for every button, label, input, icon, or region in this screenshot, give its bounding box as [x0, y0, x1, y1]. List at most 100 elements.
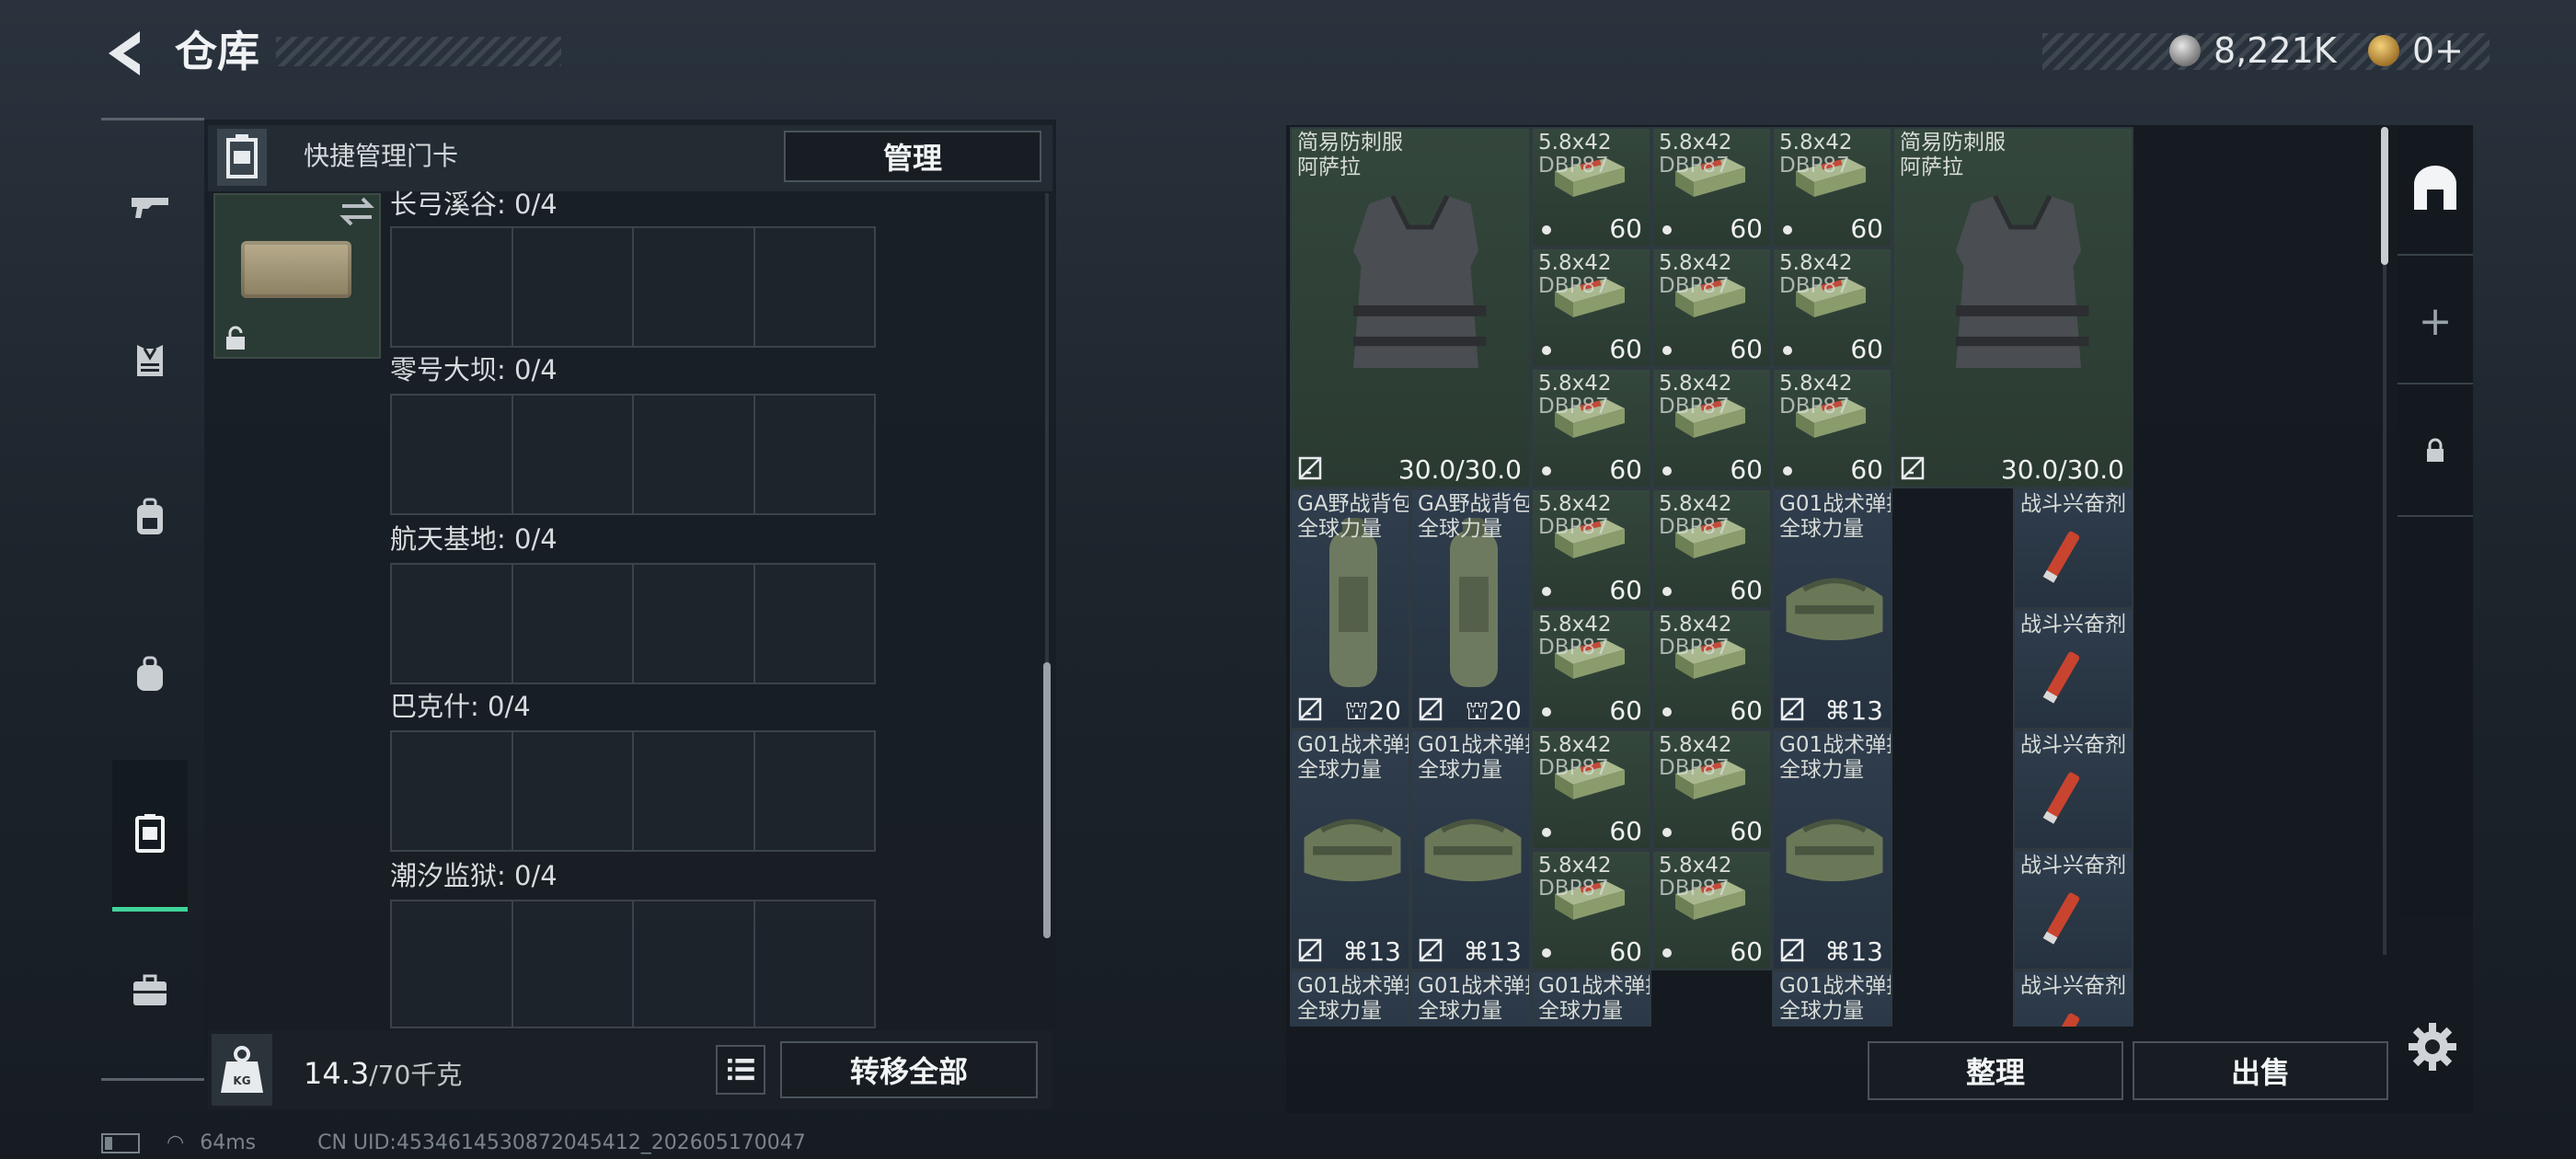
ammo-quantity: 60	[1609, 334, 1642, 364]
stack-dot	[1542, 948, 1551, 958]
chest-rig-item[interactable]: G01战术弹挂全球力量	[1531, 970, 1651, 1027]
scrollbar-thumb[interactable]	[2381, 127, 2388, 265]
chest-rig-item[interactable]: G01战术弹挂全球力量 ⌘13	[1410, 729, 1531, 970]
ammo-quantity: 60	[1730, 213, 1763, 244]
chest-rig-item[interactable]: G01战术弹挂全球力量	[1410, 970, 1531, 1027]
stack-dot	[1542, 587, 1551, 596]
stim-item[interactable]: 战斗兴奋剂	[2013, 488, 2133, 609]
stim-image	[2042, 651, 2080, 704]
card-slot-row[interactable]	[390, 730, 876, 852]
scrollbar-thumb[interactable]	[1043, 662, 1051, 938]
stim-item[interactable]: 战斗兴奋剂	[2013, 850, 2133, 970]
backpack-brand: 全球力量	[1418, 517, 1502, 541]
vest-item[interactable]: 简易防刺服 阿萨拉 30.0/30.0	[1892, 127, 2133, 488]
ammo-item[interactable]: 5.8x42 DBP87 60	[1531, 609, 1651, 729]
ammo-item[interactable]: 5.8x42 DBP87 60	[1531, 368, 1651, 488]
ammo-item[interactable]: 5.8x42 DBP87 60	[1651, 127, 1772, 247]
ammo-item[interactable]: 5.8x42 DBP87 60	[1651, 850, 1772, 970]
weapon-icon[interactable]	[112, 167, 188, 243]
ammo-item[interactable]: 5.8x42 DBP87 60	[1651, 609, 1772, 729]
card-case-icon[interactable]	[112, 795, 188, 870]
stack-dot	[1662, 225, 1672, 235]
toolbox-icon[interactable]	[112, 953, 188, 1028]
stim-item[interactable]: 战斗兴奋剂	[2013, 970, 2133, 1027]
card-slot-row[interactable]	[390, 226, 876, 348]
back-arrow-icon[interactable]	[99, 28, 151, 79]
no-insure-icon	[1780, 938, 1804, 962]
bag-icon[interactable]	[112, 637, 188, 712]
list-icon[interactable]	[716, 1045, 765, 1095]
ammo-item[interactable]: 5.8x42 DBP87 60	[1651, 247, 1772, 368]
card-panel-title: 快捷管理门卡	[304, 141, 459, 171]
gold-amount[interactable]: 0+	[2412, 26, 2464, 75]
card-case-icon	[217, 129, 267, 186]
ammo-item[interactable]: 5.8x42 DBP87 60	[1772, 247, 1892, 368]
stim-name: 战斗兴奋剂	[2020, 974, 2126, 998]
backpack-item[interactable]: GA野战背包 全球力量 ⛫20	[1410, 488, 1531, 729]
ammo-caliber: 5.8x42	[1659, 492, 1732, 516]
chest-rig-name: G01战术弹挂	[1418, 974, 1529, 998]
ammo-item[interactable]: 5.8x42 DBP87 60	[1651, 368, 1772, 488]
ammo-type: DBP87	[1659, 515, 1730, 539]
manage-button[interactable]: 管理	[784, 131, 1041, 182]
vest-brand: 阿萨拉	[1297, 155, 1361, 179]
armor-icon[interactable]	[112, 324, 188, 399]
add-tab-icon[interactable]: +	[2399, 285, 2471, 357]
vest-item[interactable]: 简易防刺服 阿萨拉 30.0/30.0	[1290, 127, 1531, 488]
ammo-caliber: 5.8x42	[1538, 733, 1612, 757]
ammo-quantity: 60	[1730, 695, 1763, 726]
keycard-image	[241, 241, 351, 298]
stim-item[interactable]: 战斗兴奋剂	[2013, 729, 2133, 850]
lock-icon[interactable]	[2410, 425, 2460, 475]
ammo-item[interactable]: 5.8x42 DBP87 60	[1772, 368, 1892, 488]
ammo-item[interactable]: 5.8x42 DBP87 60	[1531, 247, 1651, 368]
backpack-item[interactable]: GA野战背包 全球力量 ⛫20	[1290, 488, 1410, 729]
ammo-item[interactable]: 5.8x42 DBP87 60	[1531, 488, 1651, 609]
transfer-all-button[interactable]: 转移全部	[780, 1041, 1038, 1098]
ammo-type: DBP87	[1779, 154, 1850, 178]
stim-item[interactable]: 战斗兴奋剂	[2013, 609, 2133, 729]
backpack-name: GA野战背包	[1418, 492, 1531, 516]
no-insure-icon	[1419, 938, 1443, 962]
ping-value: 64ms	[200, 1131, 257, 1154]
card-slot-row[interactable]	[390, 394, 876, 515]
ammo-quantity: 60	[1609, 213, 1642, 244]
sort-button[interactable]: 整理	[1868, 1041, 2123, 1100]
ammo-type: DBP87	[1659, 274, 1730, 298]
chest-rig-item[interactable]: G01战术弹挂全球力量	[1290, 970, 1410, 1027]
chest-rig-brand: 全球力量	[1418, 999, 1502, 1023]
ammo-item[interactable]: 5.8x42 DBP87 60	[1772, 127, 1892, 247]
chest-rig-item[interactable]: G01战术弹挂全球力量	[1772, 970, 1892, 1027]
chest-rig-item[interactable]: G01战术弹挂全球力量 ⌘13	[1772, 729, 1892, 970]
ammo-type: DBP87	[1659, 395, 1730, 419]
ammo-item[interactable]: 5.8x42 DBP87 60	[1651, 729, 1772, 850]
stim-image	[2042, 531, 2080, 583]
chest-rig-image	[1304, 819, 1401, 882]
stack-dot	[1662, 466, 1672, 476]
ammo-type: DBP87	[1538, 636, 1609, 660]
chest-rig-capacity: ⌘13	[1342, 936, 1401, 967]
swap-icon[interactable]	[337, 195, 377, 228]
ammo-item[interactable]: 5.8x42 DBP87 60	[1531, 729, 1651, 850]
page-title: 仓库	[175, 27, 259, 76]
stash-home-icon[interactable]	[2399, 153, 2471, 224]
ammo-item[interactable]: 5.8x42 DBP87 60	[1651, 488, 1772, 609]
tab-divider	[2398, 383, 2473, 384]
sell-button[interactable]: 出售	[2133, 1041, 2388, 1100]
ammo-caliber: 5.8x42	[1538, 854, 1612, 878]
stim-image	[2042, 772, 2080, 824]
card-slot-row[interactable]	[390, 900, 876, 1028]
card-slot-row[interactable]	[390, 563, 876, 684]
backpack-icon[interactable]	[112, 480, 188, 556]
ammo-caliber: 5.8x42	[1538, 613, 1612, 637]
ammo-item[interactable]: 5.8x42 DBP87 60	[1531, 850, 1651, 970]
settings-gear-icon[interactable]	[2405, 1019, 2460, 1074]
chest-rig-item[interactable]: G01战术弹挂全球力量 ⌘13	[1290, 729, 1410, 970]
ammo-caliber: 5.8x42	[1659, 613, 1732, 637]
chest-rig-item[interactable]: G01战术弹挂全球力量 ⌘13	[1772, 488, 1892, 729]
no-insure-icon	[1780, 697, 1804, 721]
ammo-item[interactable]: 5.8x42 DBP87 60	[1531, 127, 1651, 247]
stack-dot	[1783, 346, 1792, 355]
chest-rig-brand: 全球力量	[1779, 517, 1864, 541]
map-slot-label: 巴克什: 0/4	[390, 691, 531, 722]
